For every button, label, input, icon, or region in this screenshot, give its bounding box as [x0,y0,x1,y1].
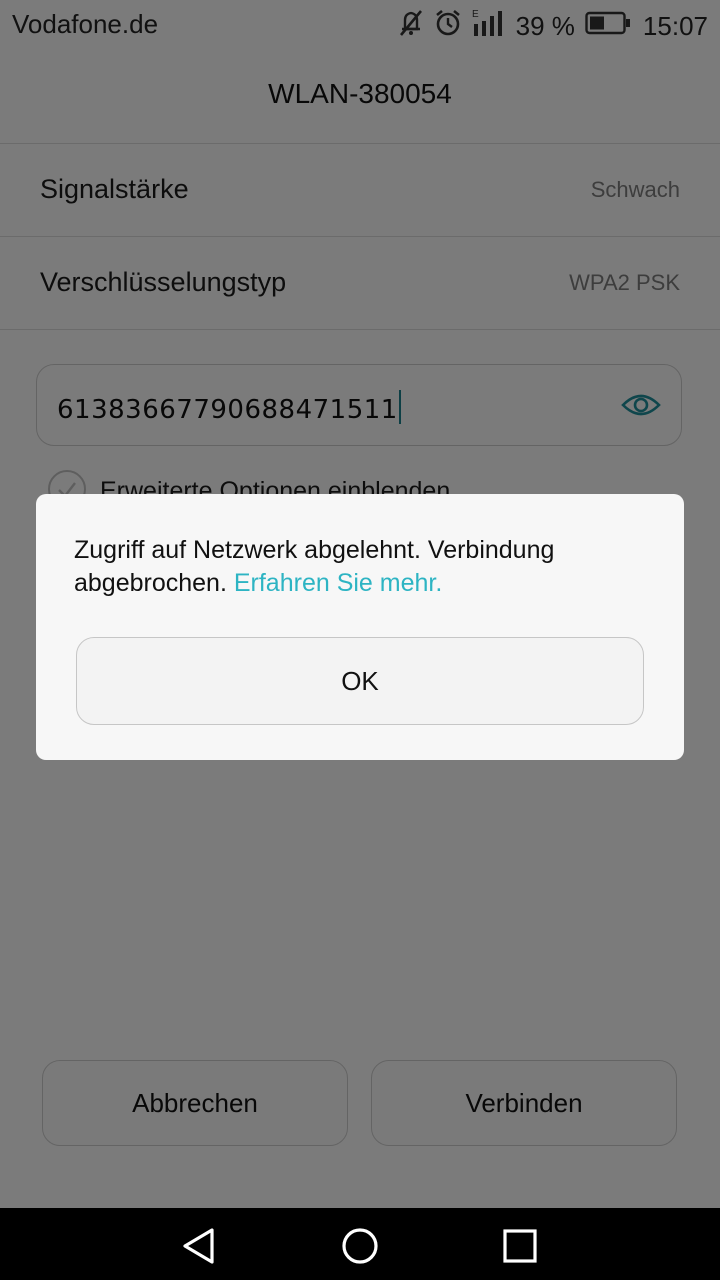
recents-icon[interactable] [500,1226,540,1266]
dialog-message: Zugriff auf Netzwerk abgelehnt. Verbindu… [74,534,654,600]
back-icon[interactable] [180,1226,220,1266]
learn-more-link[interactable]: Erfahren Sie mehr. [234,569,442,597]
ok-button[interactable]: OK [76,637,644,725]
navigation-bar [0,1208,720,1280]
error-dialog: Zugriff auf Netzwerk abgelehnt. Verbindu… [36,494,684,760]
home-icon[interactable] [340,1226,380,1266]
